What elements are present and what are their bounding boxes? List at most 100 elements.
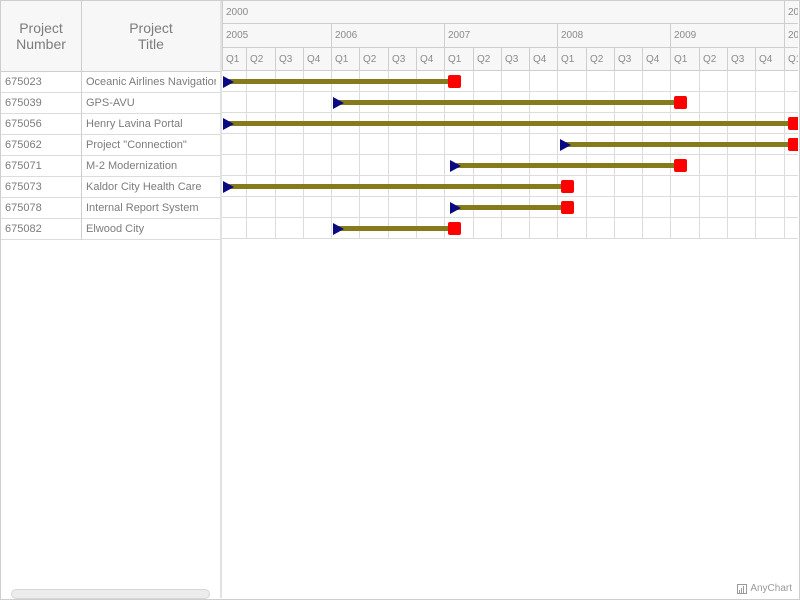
- quarter-label: Q3: [388, 48, 416, 70]
- task-bar-675023[interactable]: [229, 79, 455, 84]
- task-start-marker[interactable]: [449, 202, 461, 214]
- timeline: 20002010 200520062007200820092010 Q1Q2Q3…: [222, 1, 798, 598]
- year-label: 2008: [557, 24, 670, 47]
- quarter-label: Q4: [303, 48, 331, 70]
- project-title: Kaldor City Health Care: [86, 181, 202, 193]
- task-end-marker[interactable]: [561, 201, 575, 214]
- column-separator: [81, 219, 82, 240]
- timeline-gridline-vertical: [303, 71, 304, 239]
- grid-row[interactable]: 675062 Project "Connection": [1, 135, 220, 156]
- decade-label: 2000: [222, 1, 784, 23]
- anychart-credits[interactable]: AnyChart: [737, 583, 792, 594]
- timeline-gridline-horizontal: [222, 238, 798, 239]
- project-number: 675078: [5, 202, 42, 214]
- task-start-marker[interactable]: [223, 118, 235, 130]
- credits-label: AnyChart: [750, 583, 792, 594]
- timeline-gridline-vertical: [699, 71, 700, 239]
- task-bar-675078[interactable]: [455, 205, 568, 210]
- quarter-label: Q3: [275, 48, 303, 70]
- quarter-label: Q3: [614, 48, 642, 70]
- task-start-marker[interactable]: [559, 139, 571, 151]
- project-title: Oceanic Airlines Navigation: [86, 76, 216, 88]
- year-label: 2007: [444, 24, 557, 47]
- column-separator: [81, 198, 82, 219]
- grid-row[interactable]: 675078 Internal Report System: [1, 198, 220, 219]
- column-header-project-title[interactable]: Project Title: [82, 1, 220, 71]
- column-separator: [81, 93, 82, 114]
- year-label: 2006: [331, 24, 444, 47]
- quarter-label: Q4: [642, 48, 670, 70]
- task-end-marker[interactable]: [561, 180, 575, 193]
- grid-row[interactable]: 675073 Kaldor City Health Care: [1, 177, 220, 198]
- quarter-label: Q1: [331, 48, 359, 70]
- timeline-gridline-vertical: [670, 71, 671, 239]
- project-number: 675071: [5, 160, 42, 172]
- timeline-gridline-vertical: [473, 71, 474, 239]
- timeline-header-decades: 20002010: [222, 1, 798, 24]
- project-number: 675056: [5, 118, 42, 130]
- quarter-label: Q4: [755, 48, 784, 70]
- timeline-gridline-horizontal: [222, 175, 798, 176]
- quarter-label: Q1: [670, 48, 699, 70]
- timeline-gridline-vertical: [501, 71, 502, 239]
- timeline-gridline-horizontal: [222, 133, 798, 134]
- column-header-project-number[interactable]: Project Number: [1, 1, 82, 71]
- task-start-marker[interactable]: [333, 223, 345, 235]
- quarter-label: Q2: [246, 48, 275, 70]
- timeline-gridline-horizontal: [222, 91, 798, 92]
- grid-row[interactable]: 675071 M-2 Modernization: [1, 156, 220, 177]
- timeline-header-years: 200520062007200820092010: [222, 24, 798, 48]
- project-number: 675073: [5, 181, 42, 193]
- project-title: Elwood City: [86, 223, 145, 235]
- year-label: 2009: [670, 24, 784, 47]
- project-number: 675062: [5, 139, 42, 151]
- task-start-marker[interactable]: [223, 181, 235, 193]
- grid-row[interactable]: 675056 Henry Lavina Portal: [1, 114, 220, 135]
- task-bar-675056[interactable]: [229, 121, 794, 126]
- data-grid-rows: 675023 Oceanic Airlines Navigation 675039 G…: [1, 72, 220, 240]
- task-start-marker[interactable]: [223, 76, 235, 88]
- timeline-body: [222, 71, 798, 598]
- column-separator: [81, 135, 82, 156]
- task-start-marker[interactable]: [333, 97, 345, 109]
- quarter-label: Q2: [699, 48, 727, 70]
- timeline-gridline-vertical: [388, 71, 389, 239]
- quarter-label: Q1: [784, 48, 798, 70]
- timeline-gridline-vertical: [755, 71, 756, 239]
- task-start-marker[interactable]: [449, 160, 461, 172]
- horizontal-scrollbar[interactable]: [11, 589, 210, 599]
- timeline-gridline-horizontal: [222, 196, 798, 197]
- column-separator: [81, 156, 82, 177]
- task-end-marker[interactable]: [448, 222, 462, 235]
- task-end-marker[interactable]: [787, 138, 798, 151]
- quarter-label: Q2: [359, 48, 388, 70]
- quarter-label: Q1: [557, 48, 586, 70]
- timeline-gridline-vertical: [784, 71, 785, 239]
- project-number: 675039: [5, 97, 42, 109]
- task-bar-675073[interactable]: [229, 184, 568, 189]
- timeline-gridline-vertical: [727, 71, 728, 239]
- grid-row[interactable]: 675082 Elwood City: [1, 219, 220, 240]
- task-end-marker[interactable]: [448, 75, 462, 88]
- quarter-label: Q1: [444, 48, 473, 70]
- timeline-gridline-vertical: [331, 71, 332, 239]
- project-title: Project "Connection": [86, 139, 187, 151]
- task-bar-675062[interactable]: [565, 142, 794, 147]
- data-grid-header: Project Number Project Title: [1, 1, 220, 72]
- grid-row[interactable]: 675039 GPS-AVU: [1, 93, 220, 114]
- timeline-gridline-horizontal: [222, 154, 798, 155]
- task-end-marker[interactable]: [674, 96, 688, 109]
- project-number: 675023: [5, 76, 42, 88]
- task-bar-675082[interactable]: [339, 226, 455, 231]
- task-end-marker[interactable]: [674, 159, 688, 172]
- task-bar-675039[interactable]: [339, 100, 681, 105]
- quarter-label: Q4: [529, 48, 557, 70]
- year-label: 2010: [784, 24, 798, 47]
- timeline-gridline-vertical: [359, 71, 360, 239]
- column-separator: [81, 177, 82, 198]
- timeline-gridline-horizontal: [222, 217, 798, 218]
- task-end-marker[interactable]: [787, 117, 798, 130]
- grid-row[interactable]: 675023 Oceanic Airlines Navigation: [1, 72, 220, 93]
- task-bar-675071[interactable]: [455, 163, 681, 168]
- timeline-gridline-vertical: [416, 71, 417, 239]
